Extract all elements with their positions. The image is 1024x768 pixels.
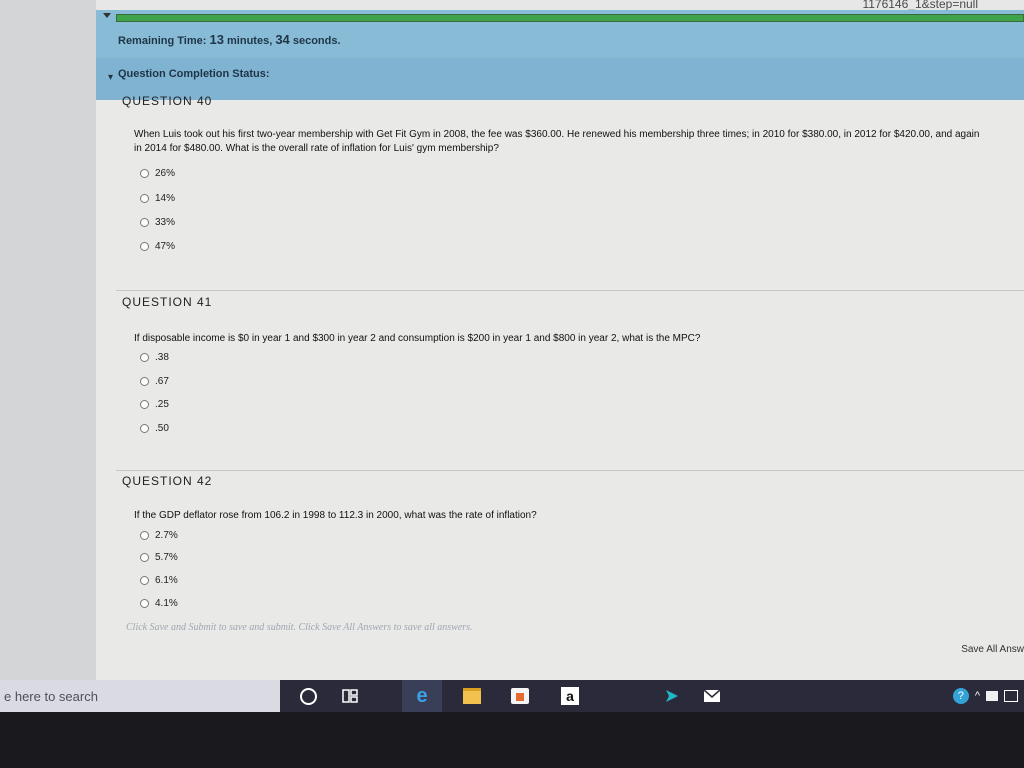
option-label: 33% [155, 216, 176, 228]
radio-button[interactable] [140, 352, 149, 362]
timer-minutes-unit: minutes, [227, 35, 273, 47]
question-42-option-2[interactable]: 5.7% [140, 550, 178, 564]
question-42-option-1[interactable]: 2.7% [140, 528, 178, 542]
help-icon[interactable]: ? [952, 688, 969, 704]
submit-instructions: Click Save and Submit to save and submit… [126, 622, 473, 633]
timer-bar: Remaining Time: 13 minutes, 34 seconds. [96, 10, 1024, 59]
store-icon[interactable] [500, 680, 540, 712]
radio-button[interactable] [140, 168, 149, 178]
option-label: 5.7% [155, 551, 178, 563]
radio-button[interactable] [140, 575, 149, 585]
action-center-icon[interactable] [1004, 690, 1018, 702]
question-divider [116, 290, 1024, 291]
remaining-time: Remaining Time: 13 minutes, 34 seconds. [118, 32, 341, 47]
question-divider [116, 470, 1024, 471]
option-label: .50 [155, 422, 169, 434]
question-41-header: QUESTION 41 [122, 295, 213, 309]
edge-browser-icon[interactable]: e [402, 680, 442, 712]
radio-button[interactable] [140, 530, 149, 540]
question-42-option-4[interactable]: 4.1% [140, 596, 178, 610]
address-bar[interactable]: 1176146_1&step=null [96, 0, 1024, 11]
file-explorer-icon[interactable] [452, 680, 492, 712]
option-label: 26% [155, 167, 176, 179]
left-margin [0, 0, 96, 680]
option-label: 14% [155, 192, 176, 204]
radio-button[interactable] [140, 598, 149, 608]
question-40-option-3[interactable]: 33% [140, 215, 175, 229]
question-42-option-3[interactable]: 6.1% [140, 573, 178, 587]
cortana-icon[interactable] [288, 680, 328, 712]
question-40-option-1[interactable]: 26% [140, 166, 175, 180]
radio-button[interactable] [140, 552, 149, 562]
question-41-option-4[interactable]: .50 [140, 421, 169, 435]
taskbar: e here to search e a ? ^ [0, 680, 1024, 712]
option-label: 2.7% [155, 529, 178, 541]
system-tray: ? ^ [924, 680, 1024, 712]
pinned-app-icon[interactable] [652, 680, 692, 712]
option-label: .38 [155, 351, 169, 363]
option-label: .25 [155, 398, 169, 410]
amazon-letter: a [561, 687, 579, 705]
save-all-answers-button[interactable]: Save All Answ [961, 644, 1024, 655]
browser-screen: 1176146_1&step=null Remaining Time: 13 m… [0, 0, 1024, 712]
timer-seconds-unit: seconds. [292, 35, 341, 47]
status-label[interactable]: Question Completion Status: [118, 68, 270, 80]
collapse-arrow-icon[interactable] [103, 13, 111, 18]
question-42-header: QUESTION 42 [122, 474, 213, 488]
question-41-option-2[interactable]: .67 [140, 374, 169, 388]
timer-minutes: 13 [209, 32, 224, 47]
question-41-option-1[interactable]: .38 [140, 350, 169, 364]
timer-seconds: 34 [275, 32, 290, 47]
question-40-option-4[interactable]: 47% [140, 239, 175, 253]
radio-button[interactable] [140, 217, 149, 227]
taskbar-search-box[interactable]: e here to search [0, 680, 280, 712]
questions-panel: QUESTION 40 When Luis took out his first… [96, 94, 1024, 680]
question-41-text: If disposable income is $0 in year 1 and… [134, 333, 701, 344]
question-42-text: If the GDP deflator rose from 106.2 in 1… [134, 510, 537, 521]
timer-progress-bar [116, 14, 1024, 22]
search-placeholder: e here to search [4, 689, 98, 704]
question-41-option-3[interactable]: .25 [140, 397, 169, 411]
question-40-header: QUESTION 40 [122, 94, 213, 108]
radio-button[interactable] [140, 193, 149, 203]
radio-button[interactable] [140, 376, 149, 386]
option-label: 6.1% [155, 574, 178, 586]
status-toggle-icon[interactable]: ▾ [108, 72, 113, 83]
radio-button[interactable] [140, 241, 149, 251]
option-label: .67 [155, 375, 169, 387]
show-hidden-icons-icon[interactable]: ^ [975, 690, 980, 702]
question-completion-status[interactable]: ▾ Question Completion Status: [96, 58, 1024, 100]
radio-button[interactable] [140, 423, 149, 433]
timer-label: Remaining Time: [118, 35, 207, 47]
mail-icon[interactable] [692, 680, 732, 712]
amazon-icon[interactable]: a [550, 680, 590, 712]
network-icon[interactable] [986, 691, 998, 701]
task-view-icon[interactable] [330, 680, 370, 712]
question-40-option-2[interactable]: 14% [140, 191, 175, 205]
question-40-text: When Luis took out his first two-year me… [134, 129, 980, 154]
radio-button[interactable] [140, 399, 149, 409]
option-label: 4.1% [155, 597, 178, 609]
option-label: 47% [155, 240, 176, 252]
